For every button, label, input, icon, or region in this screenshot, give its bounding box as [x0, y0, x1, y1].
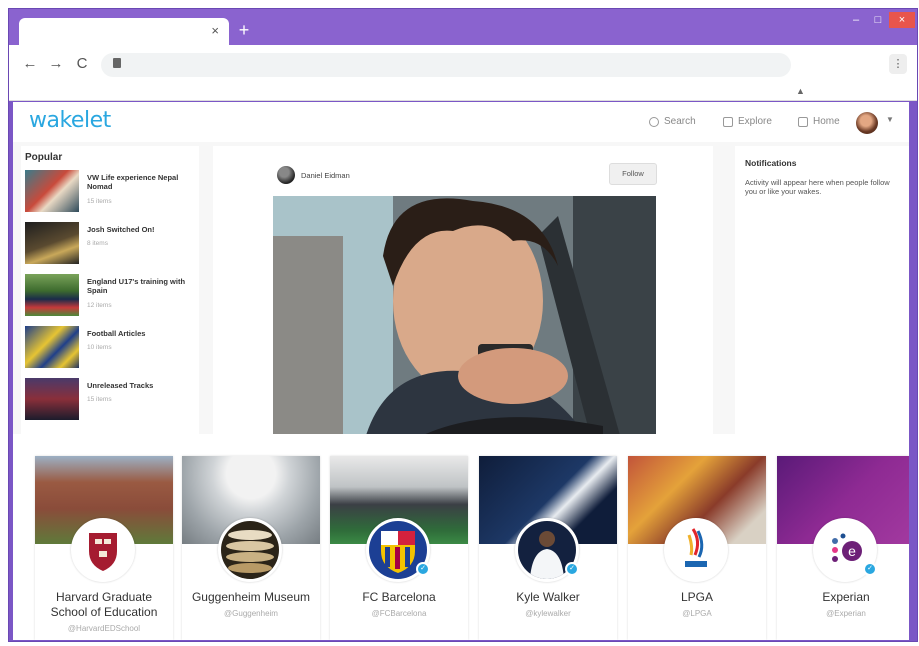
popular-item-title: Unreleased Tracks — [87, 381, 154, 390]
popular-thumbnail — [25, 378, 79, 420]
card-avatar — [664, 518, 728, 582]
popular-item-title: England U17's training with Spain — [87, 277, 186, 295]
popular-item-count: 15 items — [87, 198, 112, 205]
browser-toolbar: ← → C ⋮ — [9, 45, 917, 83]
close-tab-icon[interactable]: × — [211, 23, 219, 39]
museum-spiral-icon — [221, 521, 279, 579]
verified-badge-icon: ✓ — [416, 562, 430, 576]
popular-thumbnail — [25, 274, 79, 316]
card-name: Kyle Walker — [516, 590, 580, 604]
search-icon — [649, 116, 659, 127]
bookmark-bar: ▲ — [9, 83, 917, 101]
list-item[interactable]: Josh Switched On! 8 items — [25, 222, 195, 268]
bookmark-star-icon[interactable]: ▲ — [796, 86, 805, 96]
verified-badge-icon: ✓ — [863, 562, 877, 576]
popular-item-count: 15 items — [87, 396, 112, 403]
profile-card[interactable]: LPGA @LPGA — [628, 456, 766, 640]
card-handle: @LPGA — [682, 609, 712, 618]
popular-thumbnail — [25, 222, 79, 264]
browser-window: × + – □ × ← → C ⋮ ▲ wakelet Search Explo… — [8, 8, 918, 642]
address-bar[interactable] — [101, 53, 791, 77]
profile-card[interactable]: Guggenheim Museum @Guggenheim — [182, 456, 320, 640]
site-header: wakelet Search Explore Home ▼ — [13, 102, 909, 142]
web-page: wakelet Search Explore Home ▼ Popular VW… — [13, 102, 909, 640]
home-icon — [798, 116, 808, 127]
author-name[interactable]: Daniel Eidman — [301, 171, 350, 180]
card-avatar — [218, 518, 282, 582]
user-avatar[interactable] — [856, 112, 878, 134]
post-hero-image[interactable] — [273, 196, 656, 446]
nav-explore[interactable]: Explore — [723, 116, 772, 127]
card-name: Experian — [822, 590, 870, 604]
lock-icon — [113, 58, 121, 68]
browser-menu-icon[interactable]: ⋮ — [889, 54, 907, 74]
card-handle: @kylewalker — [525, 609, 571, 618]
svg-text:e: e — [848, 543, 856, 559]
tab-bar: × + – □ × — [9, 9, 917, 46]
wakelet-logo[interactable]: wakelet — [29, 108, 111, 133]
list-item[interactable]: England U17's training with Spain 12 ite… — [25, 274, 195, 320]
verified-badge-icon: ✓ — [565, 562, 579, 576]
list-item[interactable]: Football Articles 10 items — [25, 326, 195, 372]
popular-heading: Popular — [25, 152, 63, 163]
popular-item-count: 12 items — [87, 302, 112, 309]
notifications-heading: Notifications — [745, 158, 797, 168]
forward-arrow-icon[interactable]: → — [47, 55, 65, 73]
card-handle: @Experian — [826, 609, 866, 618]
new-tab-button[interactable]: + — [235, 21, 253, 39]
popular-item-count: 8 items — [87, 240, 108, 247]
card-avatar — [71, 518, 135, 582]
card-name: Harvard Graduate School of Education — [50, 590, 158, 619]
card-handle: @FCBarcelona — [371, 609, 427, 618]
chevron-down-icon[interactable]: ▼ — [886, 115, 894, 124]
close-window-button[interactable]: × — [889, 12, 915, 28]
nav-explore-label: Explore — [738, 116, 772, 127]
nav-search-label: Search — [664, 116, 696, 127]
driver-phone-illustration — [273, 196, 656, 446]
nav-home-label: Home — [813, 116, 840, 127]
list-item[interactable]: Unreleased Tracks 15 items — [25, 378, 195, 424]
window-controls: – □ × — [845, 12, 915, 30]
popular-item-title: Josh Switched On! — [87, 225, 155, 234]
popular-thumbnail — [25, 326, 79, 368]
card-name: FC Barcelona — [362, 590, 436, 604]
profile-card[interactable]: ✓ Kyle Walker @kylewalker — [479, 456, 617, 640]
profile-cards-row: Harvard Graduate School of Education @Ha… — [13, 434, 909, 640]
maximize-button[interactable]: □ — [867, 12, 889, 28]
notifications-panel: Notifications Activity will appear here … — [735, 146, 909, 446]
popular-item-title: VW Life experience Nepal Nomad — [87, 173, 179, 191]
profile-card[interactable]: e ✓ Experian @Experian — [777, 456, 909, 640]
profile-card[interactable]: Harvard Graduate School of Education @Ha… — [35, 456, 173, 640]
browser-tab[interactable]: × — [19, 18, 229, 46]
nav-search[interactable]: Search — [649, 116, 696, 127]
minimize-button[interactable]: – — [845, 12, 867, 28]
card-name: LPGA — [680, 590, 713, 604]
card-name: Guggenheim Museum — [191, 590, 311, 604]
main-feed: Daniel Eidman Follow — [213, 146, 713, 446]
list-item[interactable]: VW Life experience Nepal Nomad 15 items — [25, 170, 195, 216]
card-handle: @HarvardEDSchool — [67, 624, 141, 633]
card-handle: @Guggenheim — [224, 609, 278, 618]
author-avatar[interactable] — [277, 166, 295, 184]
reload-icon[interactable]: C — [73, 55, 91, 73]
lpga-logo-icon — [667, 521, 725, 579]
popular-item-count: 10 items — [87, 344, 112, 351]
nav-home[interactable]: Home — [798, 116, 840, 127]
profile-card[interactable]: ✓ FC Barcelona @FCBarcelona — [330, 456, 468, 640]
popular-sidebar: Popular VW Life experience Nepal Nomad 1… — [21, 146, 199, 446]
shield-icon — [74, 521, 132, 579]
notifications-empty-text: Activity will appear here when people fo… — [745, 178, 890, 196]
back-arrow-icon[interactable]: ← — [21, 55, 39, 73]
popular-thumbnail — [25, 170, 79, 212]
follow-button[interactable]: Follow — [609, 163, 657, 185]
explore-icon — [723, 116, 733, 127]
popular-item-title: Football Articles — [87, 329, 146, 338]
